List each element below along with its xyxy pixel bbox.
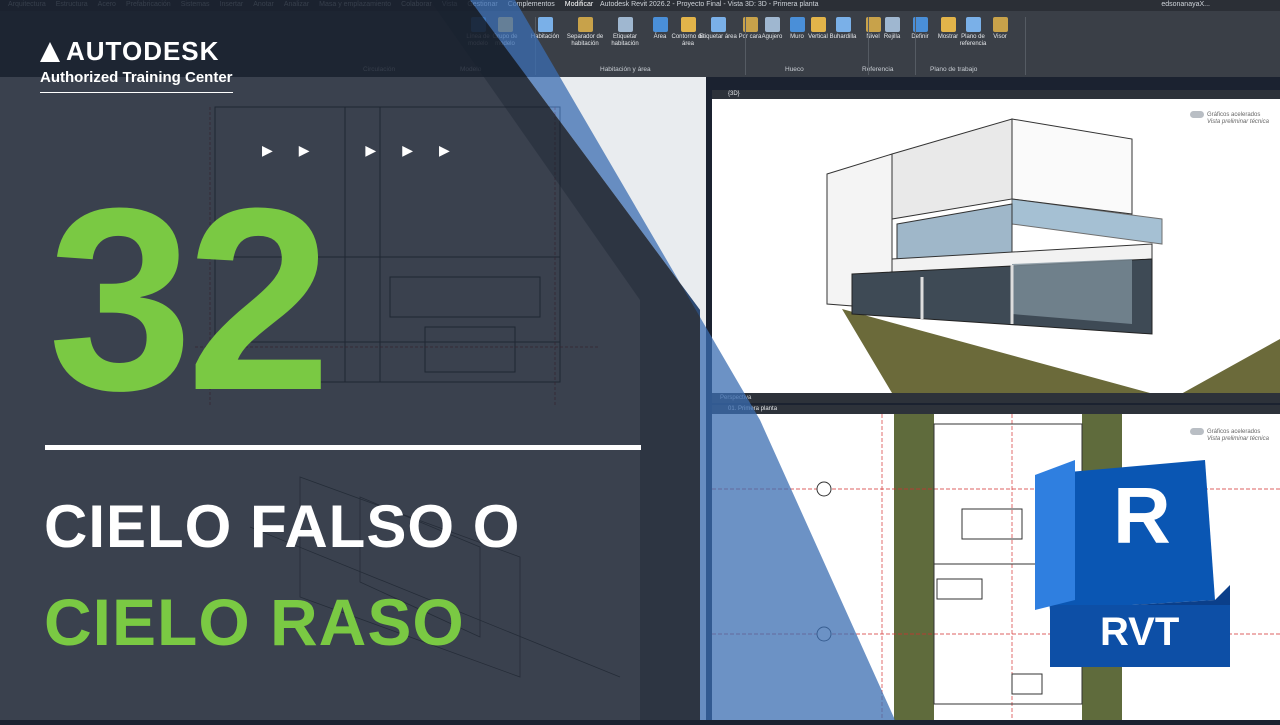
revit-rvt-icon: R RVT — [1035, 460, 1230, 670]
episode-number: 32 — [48, 155, 331, 445]
play-arrows: ▶▶ ▶▶▶ — [262, 142, 476, 158]
training-center-label: Authorized Training Center — [40, 69, 233, 93]
badge-text: RVT — [1100, 610, 1180, 654]
title-line-2: CIELO RASO — [44, 585, 465, 659]
divider-line — [45, 445, 641, 450]
autodesk-mark-icon — [40, 42, 60, 62]
title-line-1: CIELO FALSO O — [44, 493, 521, 560]
autodesk-logo: AUTODESK Authorized Training Center — [40, 36, 233, 93]
badge-letter: R — [1113, 471, 1171, 560]
company-name: AUTODESK — [66, 36, 220, 66]
